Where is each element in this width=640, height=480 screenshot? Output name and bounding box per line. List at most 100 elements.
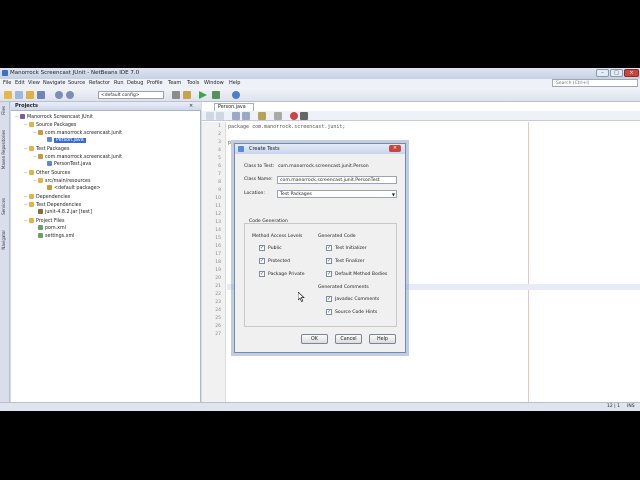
tree-item-label: com.manorrock.screencast.junit <box>45 131 123 136</box>
history-view-icon[interactable] <box>216 112 224 120</box>
checkbox[interactable]: ✓ <box>326 258 332 264</box>
checkbox[interactable]: ✓ <box>326 271 332 277</box>
line-number: 14 <box>215 228 221 233</box>
generated-comments-label: Generated Comments <box>318 285 369 290</box>
projects-panel-title: Projects <box>15 103 39 109</box>
tree-item[interactable]: − Project Files <box>13 217 199 225</box>
location-select[interactable]: Test Packages ▼ <box>277 190 397 198</box>
config-combo[interactable]: <default config> <box>98 91 164 99</box>
menu-view[interactable]: View <box>28 80 40 86</box>
menu-debug[interactable]: Debug <box>127 80 143 86</box>
java-file-icon <box>47 161 52 166</box>
jar-icon <box>38 209 43 214</box>
panel-close-icon[interactable]: × <box>189 103 193 109</box>
ok-button[interactable]: OK <box>301 334 328 344</box>
menu-file[interactable]: File <box>3 80 11 86</box>
line-number: 2 <box>218 132 221 137</box>
tree-item[interactable]: − Test Packages <box>13 145 199 153</box>
side-tab-navigator[interactable]: Navigator <box>1 230 9 250</box>
save-all-icon[interactable] <box>37 91 45 99</box>
source-view-icon[interactable] <box>206 112 214 120</box>
checkbox-label: Test Initializer <box>335 245 367 251</box>
clean-build-icon[interactable] <box>183 91 191 99</box>
folder-icon <box>29 194 34 199</box>
checkbox[interactable]: ✓ <box>259 271 265 277</box>
code-line-1[interactable]: package com.manorrock.screencast.junit; <box>228 124 345 130</box>
tree-item-label: Test Packages <box>36 147 70 152</box>
menu-tools[interactable]: Tools <box>187 80 199 86</box>
checkbox-label: Default Method Bodies <box>335 271 388 277</box>
minimize-button[interactable]: – <box>596 69 609 77</box>
side-tab-files[interactable]: Files <box>1 106 9 115</box>
checkbox[interactable]: ✓ <box>326 245 332 251</box>
macro-record-icon[interactable] <box>290 112 298 120</box>
help-button[interactable]: Help <box>369 334 396 344</box>
checkbox[interactable]: ✓ <box>259 258 265 264</box>
debug-icon[interactable] <box>212 91 220 99</box>
editor-tab-person-java[interactable]: Person.java <box>214 103 254 111</box>
line-number: 18 <box>215 260 221 265</box>
menu-window[interactable]: Window <box>204 80 224 86</box>
redo-icon[interactable] <box>66 91 74 99</box>
dialog-close-button[interactable]: × <box>389 145 401 152</box>
line-number: 16 <box>215 244 221 249</box>
tree-item[interactable]: − Manorrock Screencast JUnit <box>13 113 199 121</box>
tree-item[interactable]: settings.xml <box>13 233 199 241</box>
line-number: 9 <box>218 188 221 193</box>
back-icon[interactable] <box>232 112 240 120</box>
tree-item[interactable]: − com.manorrock.screencast.junit <box>13 129 199 137</box>
find-icon[interactable] <box>258 112 266 120</box>
tree-item[interactable]: <default package> <box>13 185 199 193</box>
forward-icon[interactable] <box>242 112 250 120</box>
menu-help[interactable]: Help <box>229 80 240 86</box>
maximize-button[interactable]: □ <box>610 69 623 77</box>
menu-profile[interactable]: Profile <box>147 80 163 86</box>
code-line-3[interactable]: p <box>228 140 231 146</box>
run-icon[interactable] <box>199 91 207 99</box>
tree-item[interactable]: − Other Sources <box>13 169 199 177</box>
tree-item[interactable]: − src/main/resources <box>13 177 199 185</box>
folder-icon <box>29 202 34 207</box>
app-icon <box>2 70 8 76</box>
tree-item[interactable]: junit-4.8.2.jar [test] <box>13 209 199 217</box>
package-icon <box>38 154 43 159</box>
tree-item[interactable]: − Source Packages <box>13 121 199 129</box>
tree-item-label: Dependencies <box>36 195 71 200</box>
menu-edit[interactable]: Edit <box>15 80 25 86</box>
side-tab-strip: Files Maven Repositories Services Naviga… <box>0 102 10 402</box>
undo-icon[interactable] <box>55 91 63 99</box>
menu-navigate[interactable]: Navigate <box>43 80 65 86</box>
menu-team[interactable]: Team <box>168 80 181 86</box>
build-icon[interactable] <box>172 91 180 99</box>
checkbox[interactable]: ✓ <box>259 245 265 251</box>
checkbox[interactable]: ✓ <box>326 309 332 315</box>
tree-item[interactable]: − com.manorrock.screencast.junit <box>13 153 199 161</box>
tree-item-label: junit-4.8.2.jar [test] <box>45 210 92 215</box>
checkbox[interactable]: ✓ <box>326 296 332 302</box>
search-input[interactable]: Search (Ctrl+I) <box>552 79 638 87</box>
tree-item[interactable]: − Dependencies <box>13 193 199 201</box>
close-button[interactable]: × <box>624 69 639 77</box>
tree-item[interactable]: PersonTest.java <box>13 161 199 169</box>
chevron-down-icon: ▼ <box>391 192 395 197</box>
tree-item[interactable]: Person.java <box>13 137 199 145</box>
class-name-input[interactable]: com.manorrock.screencast.junit.PersonTes… <box>277 176 397 184</box>
new-file-icon[interactable] <box>15 91 23 99</box>
macro-stop-icon[interactable] <box>300 112 308 120</box>
menu-source[interactable]: Source <box>68 80 85 86</box>
checkbox-label: Package Private <box>268 271 305 277</box>
tree-item[interactable]: − Test Dependencies <box>13 201 199 209</box>
new-project-icon[interactable] <box>4 91 12 99</box>
cancel-button[interactable]: Cancel <box>335 334 362 344</box>
side-tab-maven-repositories[interactable]: Maven Repositories <box>1 130 9 169</box>
tree-item[interactable]: pom.xml <box>13 225 199 233</box>
toggle-comment-icon[interactable] <box>274 112 282 120</box>
open-project-icon[interactable] <box>26 91 34 99</box>
create-tests-dialog: Create Tests × Class to Test: com.manorr… <box>234 143 406 353</box>
menu-run[interactable]: Run <box>114 80 124 86</box>
side-tab-services[interactable]: Services <box>1 198 9 215</box>
checkbox-label: Protected <box>268 258 290 264</box>
menu-refactor[interactable]: Refactor <box>89 80 110 86</box>
main-toolbar: <default config> <box>0 88 640 102</box>
profile-icon[interactable] <box>232 91 240 99</box>
